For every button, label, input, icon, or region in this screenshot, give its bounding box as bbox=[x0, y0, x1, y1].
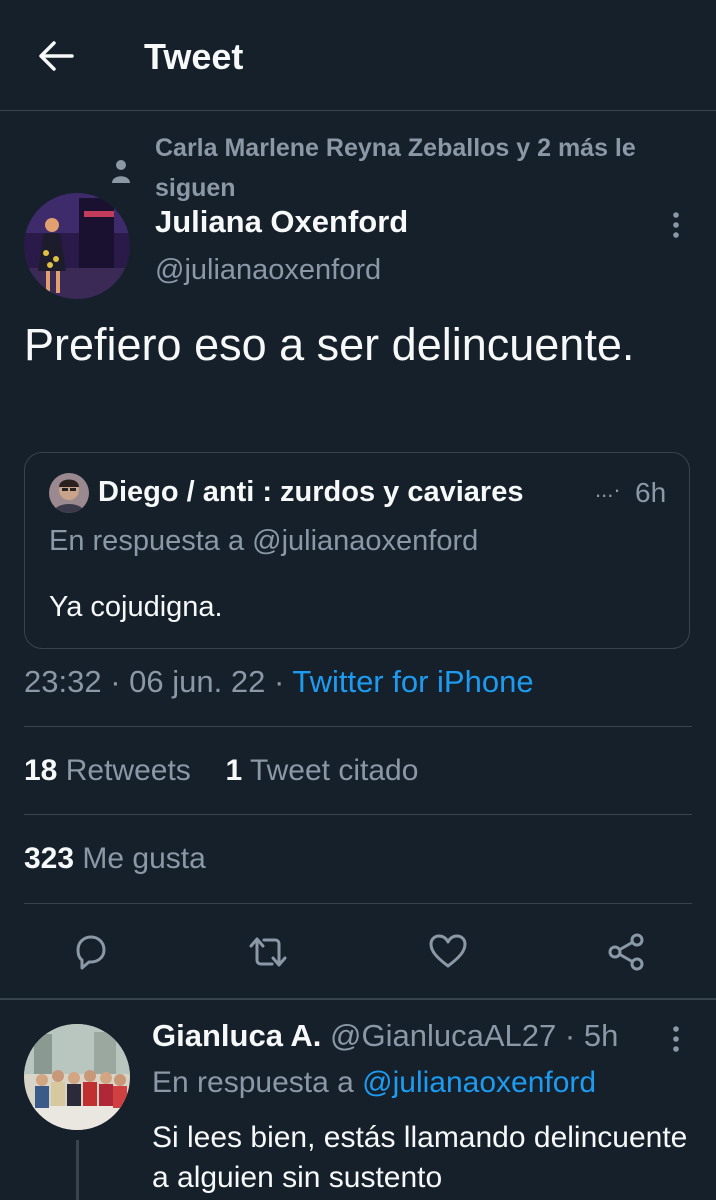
divider bbox=[24, 903, 692, 904]
tweet-meta: 23:32 · 06 jun. 22 · Twitter for iPhone bbox=[24, 664, 534, 700]
quote-reply-context: En respuesta a @julianaoxenford bbox=[49, 525, 478, 558]
likes-label: Me gusta bbox=[82, 842, 206, 875]
heart-icon[interactable] bbox=[428, 932, 468, 972]
quote-author-name: Diego / anti : zurdos y caviares bbox=[98, 476, 524, 508]
quotes-count: 1 bbox=[225, 754, 243, 787]
likes-stat[interactable]: 323 Me gusta bbox=[24, 842, 206, 876]
quote-reply-handle: @julianaoxenford bbox=[252, 525, 479, 557]
reply-separator: · bbox=[564, 1018, 576, 1053]
quote-reply-prefix: En respuesta a bbox=[49, 525, 245, 557]
quote-avatar bbox=[49, 473, 89, 513]
tweet-source-link[interactable]: Twitter for iPhone bbox=[292, 664, 533, 699]
reply-author-avatar[interactable] bbox=[24, 1024, 130, 1130]
reply-text: Si lees bien, estás llamando delincuente… bbox=[152, 1121, 688, 1194]
divider bbox=[24, 726, 692, 727]
quote-text: Ya cojudigna. bbox=[49, 591, 223, 623]
author-avatar[interactable] bbox=[24, 193, 130, 299]
share-icon[interactable] bbox=[606, 932, 646, 972]
reply-context: En respuesta a @julianaoxenford bbox=[152, 1066, 596, 1100]
reply-time: 5h bbox=[583, 1018, 619, 1053]
more-vertical-icon[interactable] bbox=[670, 210, 682, 240]
reply-author-handle[interactable]: @GianlucaAL27 bbox=[330, 1018, 556, 1053]
reply-prefix: En respuesta a bbox=[152, 1066, 354, 1099]
top-bar: Tweet bbox=[0, 0, 716, 111]
retweets-label: Retweets bbox=[65, 754, 191, 787]
more-vertical-icon[interactable] bbox=[670, 1024, 682, 1054]
stats-row: 18 Retweets 1 Tweet citado bbox=[24, 754, 418, 788]
section-divider bbox=[0, 998, 716, 1000]
reply-header: Gianluca A. @GianlucaAL27 · 5h bbox=[152, 1018, 618, 1054]
quoted-tweet[interactable]: Diego / anti : zurdos y caviares ...· 6h… bbox=[24, 452, 690, 649]
author-handle[interactable]: @julianaoxenford bbox=[155, 254, 381, 287]
likes-count: 323 bbox=[24, 842, 75, 875]
retweets-stat[interactable]: 18 Retweets bbox=[24, 754, 199, 787]
person-icon bbox=[112, 160, 130, 183]
reply-mention-link[interactable]: @julianaoxenford bbox=[362, 1066, 596, 1099]
quotes-stat[interactable]: 1 Tweet citado bbox=[225, 754, 418, 787]
action-bar bbox=[0, 920, 716, 990]
retweets-count: 18 bbox=[24, 754, 58, 787]
meta-separator: · bbox=[110, 664, 121, 699]
social-context-text[interactable]: Carla Marlene Reyna Zeballos y 2 más le … bbox=[155, 128, 695, 208]
reply-icon[interactable] bbox=[70, 932, 110, 972]
reply-author-name[interactable]: Gianluca A. bbox=[152, 1018, 321, 1053]
arrow-left-icon[interactable] bbox=[36, 38, 76, 74]
quotes-label: Tweet citado bbox=[249, 754, 419, 787]
tweet-date: 06 jun. 22 bbox=[129, 664, 266, 699]
quote-time: 6h bbox=[635, 477, 667, 508]
retweet-icon[interactable] bbox=[248, 932, 288, 972]
page-title: Tweet bbox=[144, 36, 244, 77]
author-name[interactable]: Juliana Oxenford bbox=[155, 204, 408, 240]
thread-line bbox=[76, 1140, 79, 1200]
quote-ellipsis: ...· bbox=[595, 477, 621, 502]
tweet-time: 23:32 bbox=[24, 664, 102, 699]
divider bbox=[24, 814, 692, 815]
meta-separator: · bbox=[273, 664, 285, 699]
tweet-text: Prefiero eso a ser delincuente. bbox=[24, 319, 635, 370]
